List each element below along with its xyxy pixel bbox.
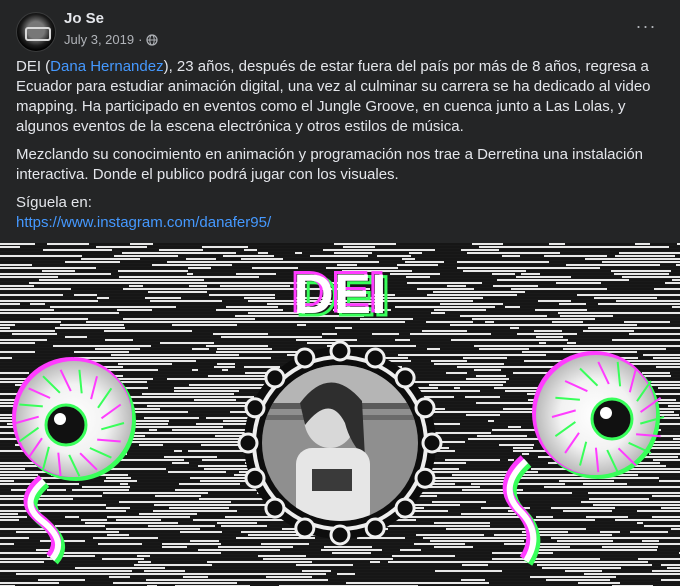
globe-icon[interactable] <box>146 33 159 46</box>
paragraph-bio: DEI (Dana Hernandez), 23 años, después d… <box>16 57 664 137</box>
post-body: DEI (Dana Hernandez), 23 años, después d… <box>16 57 664 241</box>
post-header: Jo Se July 3, 2019 · ··· <box>0 0 680 56</box>
dei-title: DEI DEI DEI <box>290 259 391 329</box>
bio-prefix: DEI ( <box>16 58 51 75</box>
paragraph-follow: Síguela en: https://www.instagram.com/dan… <box>16 193 664 233</box>
post-image[interactable]: DEI DEI DEI <box>0 243 680 586</box>
follow-label: Síguela en: <box>16 194 92 211</box>
instagram-link[interactable]: https://www.instagram.com/danafer95/ <box>16 214 271 231</box>
post-meta: July 3, 2019 · <box>64 32 159 47</box>
post-date[interactable]: July 3, 2019 <box>64 32 134 47</box>
author-name[interactable]: Jo Se <box>64 10 104 27</box>
author-avatar[interactable] <box>16 12 56 52</box>
facebook-post: Jo Se July 3, 2019 · ··· DEI (Dana Herna… <box>0 0 680 586</box>
glitch-artwork: DEI DEI DEI <box>0 243 680 586</box>
title-white: DEI <box>293 262 386 325</box>
paragraph-installation: Mezclando su conocimiento en animación y… <box>16 146 644 183</box>
mention-link[interactable]: Dana Hernandez <box>50 58 163 75</box>
more-options-icon: ··· <box>635 15 657 36</box>
meta-separator: · <box>138 32 143 47</box>
more-options-button[interactable]: ··· <box>630 14 662 38</box>
